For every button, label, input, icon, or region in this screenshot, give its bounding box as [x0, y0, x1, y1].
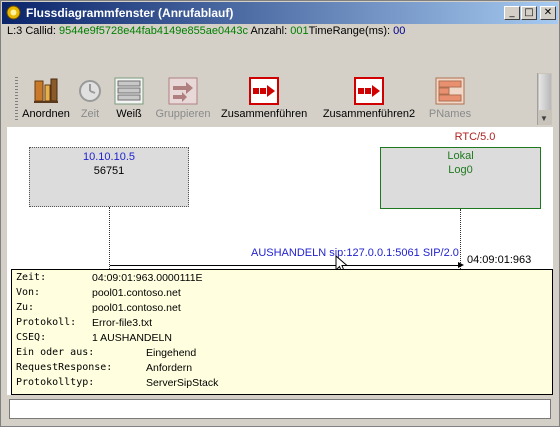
detail-key: Zeit: [16, 272, 47, 283]
detail-key: CSEQ: [16, 332, 47, 343]
toolbar-scrollbar[interactable]: ▼ [537, 73, 552, 125]
toolbar: Anordnen Zeit Weiß Gruppieren Zusammenfü… [11, 75, 541, 125]
white-button[interactable]: Weiß [109, 75, 149, 120]
group-icon [168, 77, 198, 105]
detail-key: Protokolltyp: [16, 377, 95, 388]
scroll-down-icon[interactable]: ▼ [540, 114, 548, 123]
detail-key: RequestResponse: [16, 362, 113, 373]
close-button[interactable]: ✕ [540, 6, 556, 20]
rtc-label: RTC/5.0 [454, 131, 496, 143]
detail-value: Eingehend [146, 347, 197, 359]
detail-value: pool01.contoso.net [92, 302, 181, 314]
merge-button[interactable]: Zusammenführen [221, 75, 307, 120]
detail-key: Von: [16, 287, 41, 298]
pnames-label: PNames [428, 108, 472, 120]
arrange-label: Anordnen [22, 108, 70, 120]
window-title: Flussdiagrammfenster (Anrufablauf) [26, 6, 234, 20]
message-time: 04:09:01:963 [467, 254, 532, 266]
endpoint-left-node[interactable]: 10.10.10.5 56751 [29, 147, 189, 207]
flowchart-window: Flussdiagrammfenster (Anrufablauf) _ □ ✕… [0, 0, 560, 427]
title-bar[interactable]: Flussdiagrammfenster (Anrufablauf) _ □ ✕ [2, 2, 558, 24]
group-label: Gruppieren [155, 108, 211, 120]
detail-value: Error-file3.txt [92, 317, 153, 329]
right-node-label-2: Log0 [448, 164, 473, 176]
maximize-button[interactable]: □ [521, 6, 537, 20]
detail-value: Anfordern [146, 362, 193, 374]
time-button[interactable]: Zeit [75, 75, 105, 120]
detail-value: ServerSipStack [146, 377, 219, 389]
count-value: 001 [290, 25, 309, 37]
callid-value: 9544e9f5728e44fab4149e855ae0443c [58, 25, 249, 37]
group-button[interactable]: Gruppieren [153, 75, 213, 120]
merge2-label: Zusammenführen2 [322, 108, 416, 120]
status-input[interactable] [9, 399, 551, 419]
right-lifeline [460, 209, 461, 269]
arrange-icon [34, 78, 58, 103]
message-label[interactable]: AUSHANDELN sip:127.0.0.1:5061 SIP/2.0 [251, 247, 459, 259]
left-node-ip: 10.10.10.5 [83, 151, 135, 163]
left-node-port: 56751 [93, 165, 125, 177]
clock-icon [79, 80, 101, 102]
message-arrowhead [458, 262, 464, 268]
detail-value: pool01.contoso.net [92, 287, 181, 299]
flow-diagram-canvas: RTC/5.0 10.10.10.5 56751 Lokal Log0 AUSH… [7, 127, 553, 395]
time-range-value: 00 [393, 25, 406, 37]
detail-key: Protokoll: [16, 317, 77, 328]
left-lifeline [109, 207, 110, 269]
arrange-button[interactable]: Anordnen [21, 75, 71, 120]
message-details-panel: Zeit: 04:09:01:963.0000111E Von: pool01.… [11, 269, 553, 395]
merge-icon [249, 77, 279, 105]
merge-label: Zusammenführen [221, 108, 308, 120]
white-layout-icon [114, 77, 144, 105]
detail-key: Ein oder aus: [16, 347, 95, 358]
call-info-bar: L:3 Callid: 9544e9f5728e44fab4149e855ae0… [7, 25, 405, 37]
detail-value: 1 AUSHANDELN [92, 332, 172, 344]
pnames-button[interactable]: PNames [425, 75, 475, 120]
merge2-icon [354, 77, 384, 105]
message-arrow[interactable] [110, 265, 459, 266]
toolbar-grip[interactable] [15, 77, 18, 121]
time-range-label: TimeRange(ms): [308, 25, 394, 37]
right-node-label-1: Lokal [447, 150, 474, 162]
callid-label: L:3 Callid: [7, 25, 59, 37]
detail-value: 04:09:01:963.0000111E [92, 272, 203, 284]
scrollbar-thumb[interactable] [539, 74, 551, 110]
app-icon [6, 5, 21, 20]
detail-key: Zu: [16, 302, 35, 313]
merge2-button[interactable]: Zusammenführen2 [319, 75, 419, 120]
minimize-button[interactable]: _ [504, 6, 520, 20]
pnames-icon [435, 77, 465, 105]
endpoint-right-node[interactable]: Lokal Log0 [380, 147, 541, 209]
time-label: Zeit [80, 108, 100, 120]
count-label: Anzahl: [248, 25, 291, 37]
white-label: Weiß [116, 108, 142, 120]
